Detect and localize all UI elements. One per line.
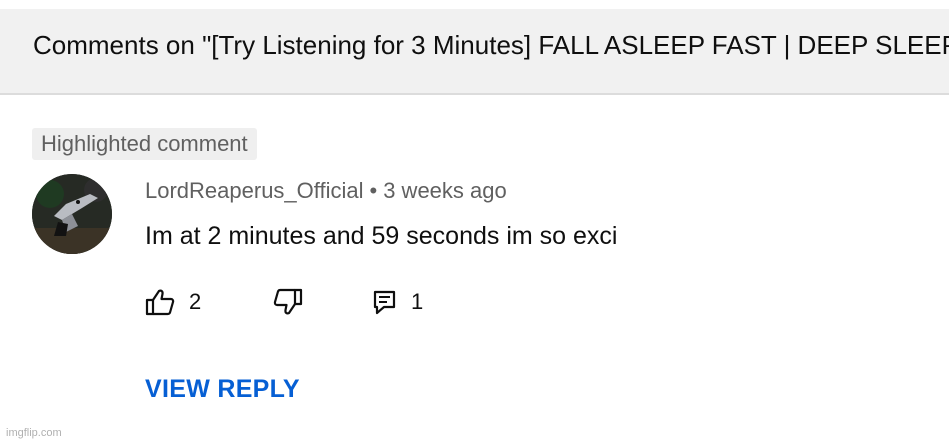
meta-separator: • — [369, 178, 378, 203]
dislike-button[interactable] — [273, 286, 303, 318]
page-title: Comments on "[Try Listening for 3 Minute… — [33, 30, 949, 60]
reply-count: 1 — [411, 289, 424, 314]
avatar-image — [32, 174, 112, 254]
view-reply-button[interactable]: VIEW REPLY — [145, 375, 300, 404]
author-name[interactable]: LordReaperus_Official — [145, 178, 364, 203]
comment-icon — [373, 290, 396, 315]
comment-text: Im at 2 minutes and 59 seconds im so exc… — [145, 222, 618, 250]
thumbs-up-icon — [145, 289, 175, 316]
thumbs-down-icon — [273, 288, 303, 315]
avatar[interactable] — [32, 174, 112, 254]
comment-timestamp[interactable]: 3 weeks ago — [383, 178, 507, 203]
watermark: imgflip.com — [6, 427, 62, 439]
like-button[interactable]: 2 — [145, 286, 201, 318]
reply-button[interactable]: 1 — [373, 286, 423, 318]
comment-meta: LordReaperus_Official • 3 weeks ago — [145, 178, 507, 204]
highlighted-comment-badge: Highlighted comment — [32, 128, 257, 160]
like-count: 2 — [189, 289, 202, 314]
comments-header: Comments on "[Try Listening for 3 Minute… — [0, 9, 949, 95]
